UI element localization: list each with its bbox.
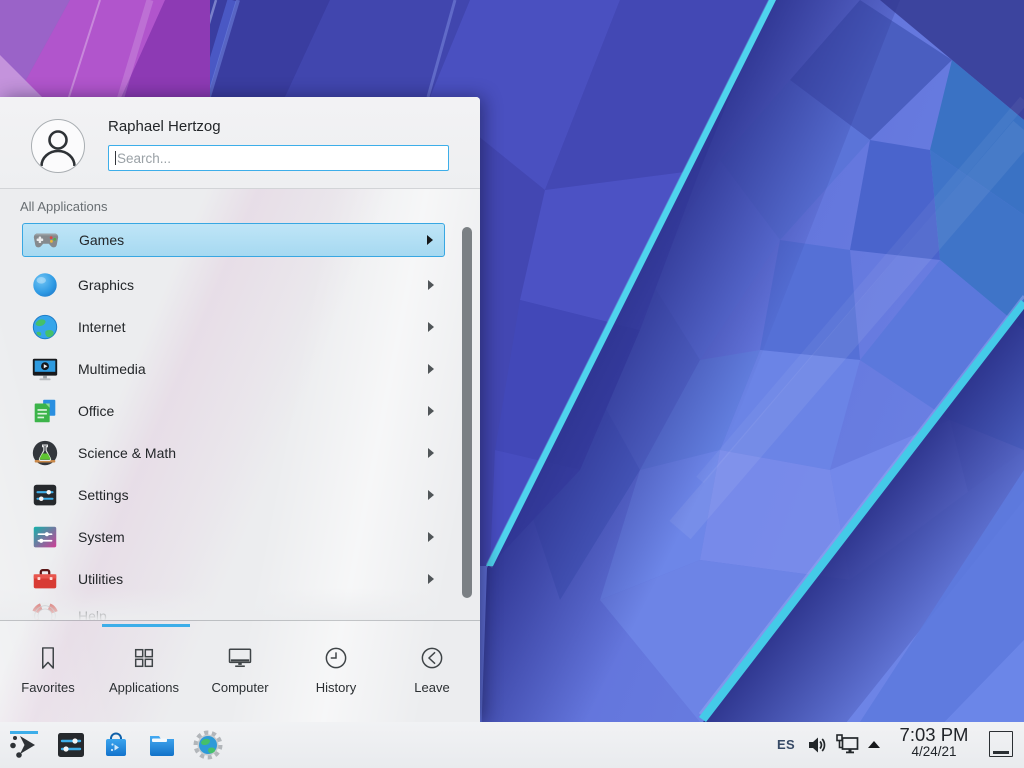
category-label: Games <box>79 232 124 248</box>
documents-icon <box>30 396 60 426</box>
lifebuoy-icon <box>30 601 60 620</box>
active-tab-indicator <box>102 624 190 627</box>
category-help[interactable]: Help <box>22 598 445 620</box>
category-label: Help <box>78 608 107 620</box>
submenu-arrow-icon <box>428 574 434 584</box>
category-science-math[interactable]: Science & Math <box>22 435 445 471</box>
category-label: Internet <box>78 319 125 335</box>
category-multimedia[interactable]: Multimedia <box>22 351 445 387</box>
user-avatar <box>31 119 85 173</box>
category-games[interactable]: Games <box>22 223 445 257</box>
submenu-arrow-icon <box>428 280 434 290</box>
category-label: System <box>78 529 125 545</box>
launcher-tabbar: Favorites Applications Computer <box>0 628 480 722</box>
category-label: Utilities <box>78 571 123 587</box>
tab-label: Favorites <box>21 680 74 695</box>
web-browser-button[interactable] <box>192 729 224 761</box>
tab-label: History <box>316 680 356 695</box>
tab-favorites[interactable]: Favorites <box>0 628 96 722</box>
sliders-icon <box>30 480 60 510</box>
expand-tray-icon[interactable] <box>867 740 881 749</box>
category-utilities[interactable]: Utilities <box>22 561 445 597</box>
submenu-arrow-icon <box>428 532 434 542</box>
application-launcher-menu: Raphael Hertzog All Applications Games <box>0 97 480 722</box>
launcher-header: Raphael Hertzog <box>0 97 480 189</box>
submenu-arrow-icon <box>428 490 434 500</box>
favorites-bookmark-icon <box>34 644 62 672</box>
category-label: Office <box>78 403 114 419</box>
submenu-arrow-icon <box>428 364 434 374</box>
discover-button[interactable] <box>100 729 132 761</box>
multimedia-icon <box>30 354 60 384</box>
network-icon[interactable] <box>835 733 861 757</box>
category-system[interactable]: System <box>22 519 445 555</box>
clock-date: 4/24/21 <box>890 745 978 760</box>
system-settings-icon <box>55 729 87 761</box>
globe-icon <box>30 312 60 342</box>
folder-icon <box>146 729 178 761</box>
tab-computer[interactable]: Computer <box>192 628 288 722</box>
tab-leave[interactable]: Leave <box>384 628 480 722</box>
desktop: Raphael Hertzog All Applications Games <box>0 0 1024 768</box>
tab-history[interactable]: History <box>288 628 384 722</box>
tab-label: Leave <box>414 680 449 695</box>
category-label: Science & Math <box>78 445 176 461</box>
tab-label: Computer <box>211 680 268 695</box>
category-label: Graphics <box>78 277 134 293</box>
user-name: Raphael Hertzog <box>108 118 221 135</box>
category-settings[interactable]: Settings <box>22 477 445 513</box>
category-graphics[interactable]: Graphics <box>22 267 445 303</box>
show-desktop-button[interactable] <box>989 731 1013 757</box>
taskbar: ES 7:03 PM 4/24/21 <box>0 722 1024 768</box>
category-internet[interactable]: Internet <box>22 309 445 345</box>
system-settings-button[interactable] <box>55 729 87 761</box>
file-manager-button[interactable] <box>146 729 178 761</box>
sphere-icon <box>30 270 60 300</box>
submenu-arrow-icon <box>428 406 434 416</box>
flask-icon <box>30 438 60 468</box>
person-icon <box>32 120 84 172</box>
category-list: Games Graphics <box>0 219 480 620</box>
category-office[interactable]: Office <box>22 393 445 429</box>
search-box <box>108 145 449 171</box>
clock-time: 7:03 PM <box>890 725 978 745</box>
tab-label: Applications <box>109 680 179 695</box>
tab-applications[interactable]: Applications <box>96 628 192 722</box>
gamepad-icon <box>31 225 61 255</box>
tabbar-separator <box>0 620 480 621</box>
category-label: Multimedia <box>78 361 146 377</box>
submenu-arrow-icon <box>428 448 434 458</box>
application-launcher-button[interactable] <box>8 729 40 761</box>
applications-grid-icon <box>130 644 158 672</box>
history-clock-icon <box>322 644 350 672</box>
digital-clock[interactable]: 7:03 PM 4/24/21 <box>890 725 978 760</box>
globe-gear-icon <box>192 729 224 761</box>
toolbox-icon <box>30 564 60 594</box>
search-input[interactable] <box>109 146 448 170</box>
active-task-indicator <box>10 731 38 734</box>
submenu-arrow-icon <box>428 322 434 332</box>
section-label: All Applications <box>20 199 107 214</box>
keyboard-layout-indicator[interactable]: ES <box>777 737 795 752</box>
volume-icon[interactable] <box>806 734 828 756</box>
list-scrollbar[interactable] <box>462 227 472 598</box>
submenu-arrow-icon <box>427 235 433 245</box>
category-label: Settings <box>78 487 129 503</box>
discover-bag-icon <box>100 729 132 761</box>
leave-icon <box>418 644 446 672</box>
system-icon <box>30 522 60 552</box>
computer-monitor-icon <box>226 644 254 672</box>
